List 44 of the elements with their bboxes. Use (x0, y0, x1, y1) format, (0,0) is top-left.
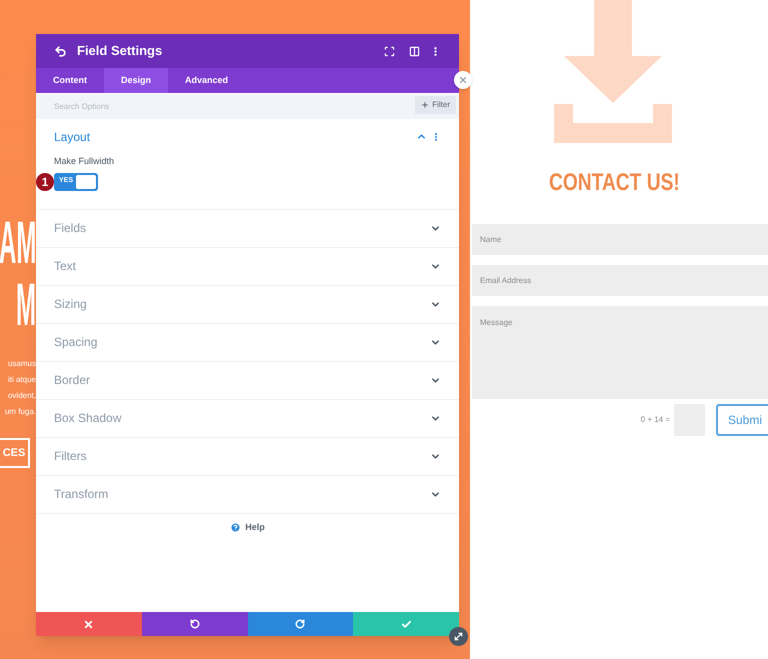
text-field[interactable]: Email Address (472, 265, 768, 296)
section-title[interactable]: Transform (54, 485, 108, 503)
body-text: iti atque (8, 374, 36, 386)
filter-button[interactable]: Filter (415, 96, 456, 114)
body-text: um fuga. (4, 406, 36, 418)
section-title[interactable]: Border (54, 371, 90, 389)
section-title[interactable]: Spacing (54, 333, 98, 351)
back-icon[interactable] (54, 44, 67, 58)
tab[interactable]: Design (104, 68, 168, 93)
section-title[interactable]: Sizing (54, 295, 87, 313)
headline-text: AM (0, 212, 36, 274)
save-button[interactable] (353, 612, 459, 636)
close-icon (83, 618, 94, 630)
contact-heading: CONTACT US! (548, 169, 681, 197)
tab[interactable]: Advanced (168, 68, 246, 93)
body-text: ovident, (8, 390, 36, 402)
section-title[interactable]: Box Shadow (54, 409, 122, 427)
columns-icon[interactable] (409, 46, 420, 56)
resize-handle[interactable] (449, 627, 468, 646)
submit-button[interactable]: Submi (716, 404, 768, 436)
plus-icon (421, 101, 430, 109)
resize-icon (453, 631, 464, 642)
step-marker: 1 (36, 172, 54, 190)
setting-label: Make Fullwidth (54, 155, 116, 168)
section-title[interactable]: Fields (54, 219, 86, 237)
section-title[interactable]: Filters (54, 447, 87, 465)
help-icon (230, 522, 242, 533)
section-title[interactable]: Text (54, 257, 76, 275)
modal-title: Field Settings (77, 42, 162, 60)
close-icon (458, 75, 468, 85)
tab[interactable]: Content (36, 68, 104, 93)
focus-icon[interactable] (384, 46, 395, 56)
download-icon (554, 0, 672, 143)
section-title[interactable]: Layout (54, 128, 90, 146)
captcha-question: 0 + 14 = (640, 414, 670, 426)
headline-text: M (16, 274, 36, 336)
text-field[interactable]: Name (472, 224, 768, 255)
help-link[interactable]: Help (230, 520, 265, 534)
outline-button[interactable]: CES (0, 438, 30, 468)
undo-icon (190, 619, 200, 629)
body-text: usamus (8, 358, 36, 370)
message-field[interactable]: Message (472, 306, 768, 399)
check-icon (400, 618, 412, 630)
redo-icon (295, 619, 306, 629)
